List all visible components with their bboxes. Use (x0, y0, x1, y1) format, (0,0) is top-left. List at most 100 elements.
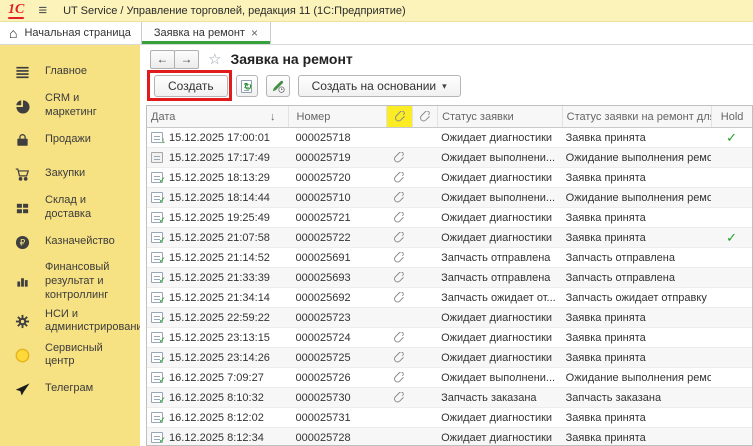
paperclip-icon (394, 111, 406, 123)
cell-attachment (386, 428, 412, 446)
document-status-icon (151, 432, 163, 443)
table-row[interactable]: 16.12.2025 7:09:27000025726Ожидает выпол… (147, 368, 752, 388)
cell-status: Ожидает выполнени... (437, 188, 562, 207)
home-page-button[interactable]: ⌂ Начальная страница (0, 22, 141, 44)
navigation-row: ← → ☆ Заявка на ремонт (150, 49, 353, 69)
date-text: 15.12.2025 23:14:26 (169, 352, 270, 364)
column-header-attachment[interactable] (412, 106, 437, 127)
cell-attachment-2 (412, 168, 437, 187)
date-text: 15.12.2025 21:07:58 (169, 232, 270, 244)
date-text: 15.12.2025 18:13:29 (169, 172, 270, 184)
cell-date: 15.12.2025 18:13:29 (147, 168, 288, 187)
back-button[interactable]: ← (150, 50, 175, 69)
cell-client-status: Заявка принята (562, 168, 711, 187)
sidebar-item-label: НСИ и администрирование (45, 308, 140, 336)
cell-date: 15.12.2025 17:17:49 (147, 148, 288, 167)
document-status-icon (151, 372, 163, 383)
column-header-number[interactable]: Номер (288, 106, 387, 127)
circle-icon (15, 348, 30, 363)
cell-attachment-2 (412, 388, 437, 407)
cell-client-status: Ожидание выполнения ремонта (562, 148, 711, 167)
section-sidebar: ГлавноеCRM и маркетингПродажи Закупки Скла… (0, 45, 140, 446)
cell-number: 000025721 (288, 208, 387, 227)
create-based-on-button[interactable]: Создать на основании ▾ (298, 75, 461, 97)
paperclip-icon (393, 232, 405, 244)
cell-client-status: Заявка принята (562, 348, 711, 367)
pie-chart-icon (15, 99, 30, 114)
table-row[interactable]: 15.12.2025 18:13:29000025720Ожидает диаг… (147, 168, 752, 188)
table-row[interactable]: 15.12.2025 17:00:01000025718Ожидает диаг… (147, 128, 752, 148)
table-row[interactable]: 15.12.2025 21:34:14000025692Запчасть ожи… (147, 288, 752, 308)
date-text: 15.12.2025 18:14:44 (169, 192, 270, 204)
cell-status: Запчасть ожидает от... (437, 288, 562, 307)
sidebar-item-6[interactable]: ₽Казначейство (0, 225, 140, 259)
cell-attachment (386, 248, 412, 267)
table-row[interactable]: 15.12.2025 21:07:58000025722Ожидает диаг… (147, 228, 752, 248)
cell-hold: ✓ (711, 128, 752, 147)
set-status-button[interactable] (266, 75, 290, 97)
table-row[interactable]: 15.12.2025 23:14:26000025725Ожидает диаг… (147, 348, 752, 368)
tab-repair-request[interactable]: Заявка на ремонт × (141, 22, 271, 44)
cell-status: Ожидает выполнени... (437, 148, 562, 167)
sidebar-item-8[interactable]: НСИ и администрирование (0, 304, 140, 338)
document-status-icon (151, 232, 163, 243)
date-text: 15.12.2025 21:33:39 (169, 272, 270, 284)
forward-button[interactable]: → (174, 50, 199, 69)
date-text: 15.12.2025 17:17:49 (169, 152, 270, 164)
sidebar-item-4[interactable]: Закупки (0, 157, 140, 191)
table-row[interactable]: 15.12.2025 23:13:15000025724Ожидает диаг… (147, 328, 752, 348)
sidebar-item-label: Сервисный центр (45, 342, 134, 370)
table-row[interactable]: 16.12.2025 8:12:02000025731Ожидает диагн… (147, 408, 752, 428)
cell-number: 000025692 (288, 288, 387, 307)
sidebar-item-7[interactable]: Финансовый результат и контроллинг (0, 259, 140, 304)
cell-date: 16.12.2025 7:09:27 (147, 368, 288, 387)
sidebar-item-label: Закупки (45, 167, 85, 181)
cell-status: Ожидает диагностики (437, 228, 562, 247)
column-header-attachment-highlighted[interactable] (386, 106, 412, 127)
column-header-client-status[interactable]: Статус заявки на ремонт для кл... (562, 106, 711, 127)
cell-hold (711, 348, 752, 367)
date-text: 15.12.2025 23:13:15 (169, 332, 270, 344)
cell-number: 000025719 (288, 148, 387, 167)
table-row[interactable]: 16.12.2025 8:12:34000025728Ожидает диагн… (147, 428, 752, 446)
main-menu-icon[interactable]: ≡ (38, 3, 47, 18)
page-title: Заявка на ремонт (230, 51, 352, 67)
table-row[interactable]: 15.12.2025 21:33:39000025693Запчасть отп… (147, 268, 752, 288)
table-row[interactable]: 15.12.2025 17:17:49 000025719 Ожидает выпо… (147, 148, 752, 168)
cell-date: 15.12.2025 21:07:58 (147, 228, 288, 247)
svg-text:₽: ₽ (20, 237, 26, 247)
table-row[interactable]: 15.12.2025 22:59:22000025723Ожидает диаг… (147, 308, 752, 328)
sidebar-item-1[interactable]: Главное (0, 55, 140, 89)
table-row[interactable]: 15.12.2025 18:14:44000025710Ожидает выпо… (147, 188, 752, 208)
sidebar-item-3[interactable]: Продажи (0, 123, 140, 157)
tab-close-icon[interactable]: × (251, 26, 258, 40)
column-header-date[interactable]: Дата ↓ (147, 106, 288, 127)
sidebar-item-5[interactable]: Склад и доставка (0, 191, 140, 225)
cell-status: Ожидает выполнени... (437, 368, 562, 387)
table-row[interactable]: 15.12.2025 19:25:49000025721Ожидает диаг… (147, 208, 752, 228)
toolbar: Создать ↻ Создать на основании ▾ (150, 74, 461, 98)
cell-status: Запчасть отправлена (437, 248, 562, 267)
sidebar-item-9[interactable]: Сервисный центр (0, 338, 140, 372)
sidebar-item-10[interactable]: Телеграм (0, 372, 140, 406)
sidebar-item-2[interactable]: CRM и маркетинг (0, 89, 140, 123)
cell-date: 15.12.2025 22:59:22 (147, 308, 288, 327)
favorite-star-icon[interactable]: ☆ (208, 50, 221, 68)
cell-date: 15.12.2025 23:14:26 (147, 348, 288, 367)
grid-icon (15, 201, 30, 216)
cell-hold (711, 368, 752, 387)
cell-hold (711, 208, 752, 227)
create-button[interactable]: Создать (154, 75, 228, 97)
paperclip-icon (419, 111, 431, 123)
table-row[interactable]: 16.12.2025 8:10:32000025730Запчасть зака… (147, 388, 752, 408)
column-header-status[interactable]: Статус заявки (437, 106, 562, 127)
column-header-hold[interactable]: Hold (711, 106, 752, 127)
document-status-icon (151, 312, 163, 323)
cell-attachment-2 (412, 208, 437, 227)
copy-button[interactable]: ↻ (236, 75, 258, 97)
cell-hold (711, 308, 752, 327)
document-status-icon (151, 332, 163, 343)
table-row[interactable]: 15.12.2025 21:14:52000025691Запчасть отп… (147, 248, 752, 268)
cell-attachment-2 (412, 228, 437, 247)
document-status-icon (151, 412, 163, 423)
